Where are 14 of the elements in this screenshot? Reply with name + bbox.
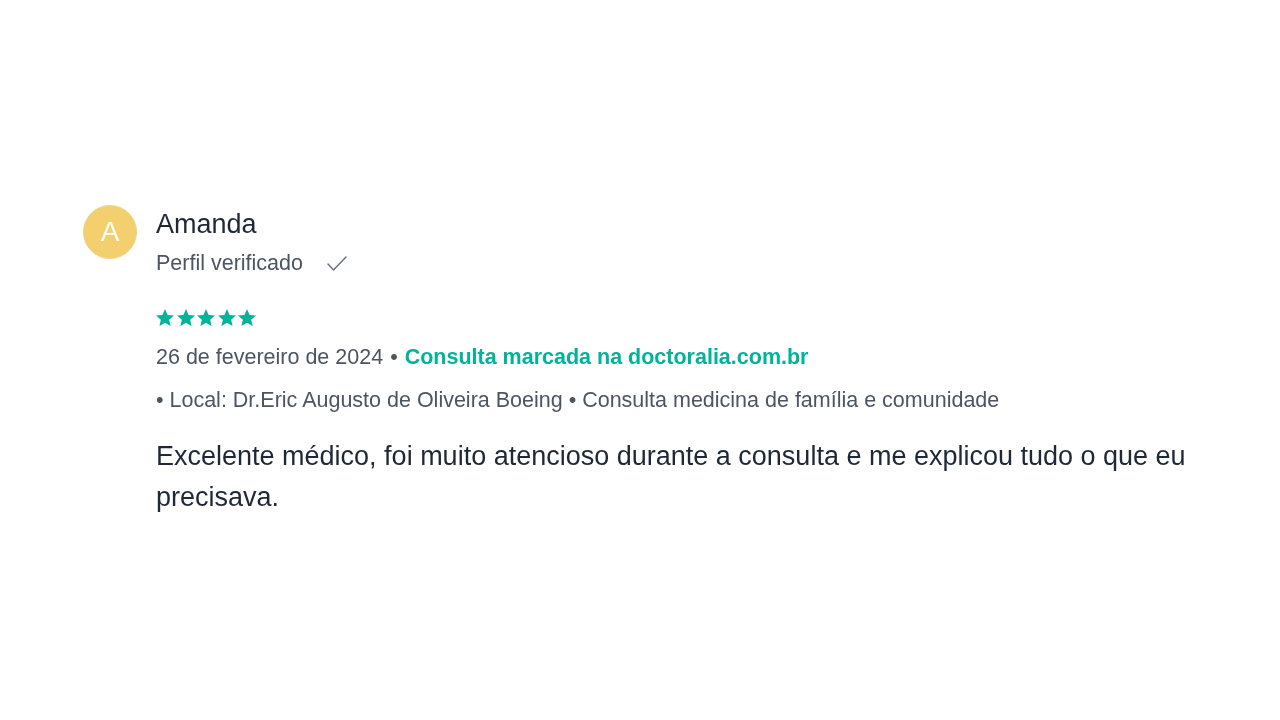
- star-icon: [176, 309, 195, 326]
- review-text: Excelente médico, foi muito atencioso durante a consulta e me explicou tudo o que eu precisava.: [156, 440, 1187, 514]
- avatar: A: [83, 205, 137, 259]
- visit-details: • Local: Dr.Eric Augusto de Oliveira Boeing • Consulta medicina de família e comunidade: [156, 387, 1000, 413]
- separator-dot: •: [390, 344, 398, 370]
- star-icon: [197, 309, 215, 326]
- author-name: Amanda: [156, 209, 257, 239]
- check-icon: [327, 255, 347, 271]
- star-icon: [238, 309, 256, 326]
- booking-source-text: Consulta marcada na doctoralia.com.br: [404, 344, 809, 370]
- star-icon: [217, 309, 236, 326]
- review-date: 26 de fevereiro de 2024: [156, 344, 384, 370]
- verified-label: Perfil verificado: [156, 250, 303, 276]
- star-icon: [156, 309, 174, 326]
